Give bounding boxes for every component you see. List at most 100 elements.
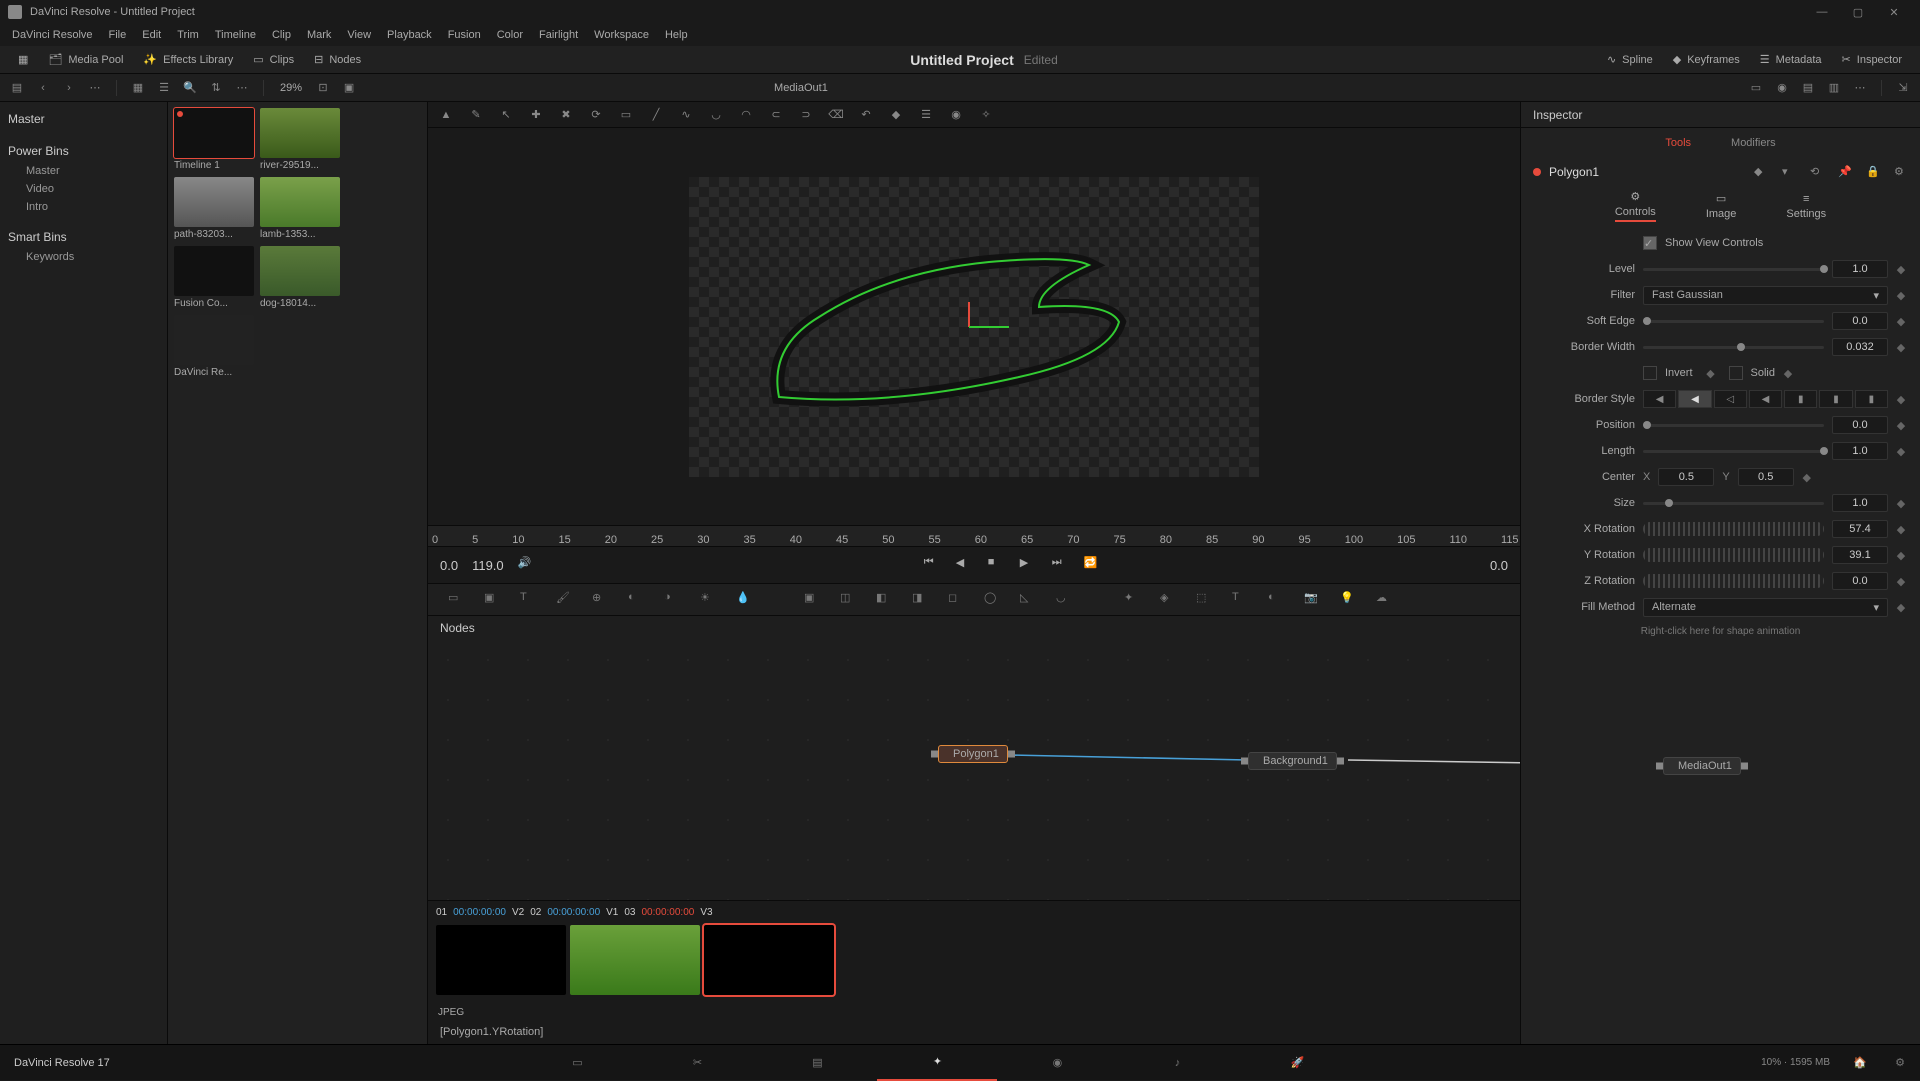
open-icon[interactable]: ⊂ [768,107,784,123]
subtab-image[interactable]: ▭Image [1706,192,1737,220]
menu-playback[interactable]: Playback [379,29,440,41]
effects-button[interactable]: ✨Effects Library [133,46,243,74]
matte-node-icon[interactable]: ◨ [912,591,930,609]
fit-icon[interactable]: ⊡ [314,79,332,97]
borderstyle-buttons[interactable]: ◀◀◁◀▮▮▮ [1643,390,1888,408]
tab-modifiers[interactable]: Modifiers [1731,137,1776,149]
undo-icon[interactable]: ↶ [858,107,874,123]
menu-davinci[interactable]: DaVinci Resolve [4,29,101,41]
page-edit[interactable]: ▤ [757,1045,877,1081]
camera-icon[interactable]: 📷 [1304,591,1322,609]
minimize-button[interactable]: — [1804,2,1840,22]
smart-bins-header[interactable]: Smart Bins [8,226,159,248]
bright-node-icon[interactable]: ☀ [700,591,718,609]
3d-node-icon[interactable]: ⬚ [1196,591,1214,609]
cloud-icon[interactable]: ☁ [1376,591,1394,609]
borderwidth-value[interactable]: 0.032 [1832,338,1888,356]
mask-shape[interactable] [689,177,1259,477]
ellipse-mask-icon[interactable]: ◯ [984,591,1002,609]
xrotation-wheel[interactable] [1643,522,1824,536]
remove-icon[interactable]: ✖ [558,107,574,123]
clip-lamb[interactable]: lamb-1353... [260,177,340,240]
page-fairlight[interactable]: ♪ [1117,1045,1237,1081]
forward-icon[interactable]: › [60,79,78,97]
softedge-slider[interactable] [1643,320,1824,323]
node-mediaout1[interactable]: MediaOut1 [1663,757,1741,775]
softedge-keyframe[interactable]: ◆ [1896,315,1906,328]
prev-frame-icon[interactable]: ◀ [956,556,974,574]
xform-node-icon[interactable]: ◫ [840,591,858,609]
level-slider[interactable] [1643,268,1824,271]
subtab-settings[interactable]: ≡Settings [1786,193,1826,220]
render-node-icon[interactable]: ◈ [1160,591,1178,609]
spline-button[interactable]: ∿Spline [1597,46,1663,74]
clip-dog[interactable]: dog-18014... [260,246,340,309]
fg-node-icon[interactable]: ▣ [484,591,502,609]
reset-icon[interactable]: ⟲ [1810,165,1824,179]
blur-node-icon[interactable]: ◐ [628,591,646,609]
curve-icon[interactable]: ∿ [678,107,694,123]
position-value[interactable]: 0.0 [1832,416,1888,434]
filter-dropdown[interactable]: Fast Gaussian▾ [1643,286,1888,305]
pin-icon[interactable]: 📌 [1838,165,1852,179]
inspector-button[interactable]: ✂Inspector [1832,46,1912,74]
last-frame-icon[interactable]: ⏭ [1052,556,1070,574]
rect-icon[interactable]: ▭ [618,107,634,123]
size-value[interactable]: 1.0 [1832,494,1888,512]
menu-fairlight[interactable]: Fairlight [531,29,586,41]
timeline-clip-1[interactable] [436,925,566,995]
menu-view[interactable]: View [339,29,379,41]
center-y-value[interactable]: 0.5 [1738,468,1794,486]
gear-icon[interactable]: ⚙ [1894,165,1908,179]
menu-help[interactable]: Help [657,29,696,41]
borderwidth-keyframe[interactable]: ◆ [1896,341,1906,354]
lock-icon[interactable]: 🔒 [1866,165,1880,179]
page-color[interactable]: ◉ [997,1045,1117,1081]
clip-audio[interactable]: DaVinci Re... [174,315,254,378]
menu-fusion[interactable]: Fusion [440,29,489,41]
close-button[interactable]: ✕ [1876,2,1912,22]
more-icon[interactable]: ⋯ [86,79,104,97]
fillmethod-dropdown[interactable]: Alternate▾ [1643,598,1888,617]
track-node-icon[interactable]: ⊕ [592,591,610,609]
mask-node-icon[interactable]: ◧ [876,591,894,609]
bg-node-icon[interactable]: ▭ [448,591,466,609]
keyframes-button[interactable]: ◆Keyframes [1663,46,1750,74]
dual-icon[interactable]: ▥ [1825,79,1843,97]
menu-color[interactable]: Color [489,29,531,41]
zoom-level[interactable]: 29% [276,82,306,94]
grid-view-icon[interactable]: ▦ [129,79,147,97]
poly-mask-icon[interactable]: ◺ [1020,591,1038,609]
nodes-button[interactable]: ⊟Nodes [304,46,371,74]
arrow-icon[interactable]: ↖ [498,107,514,123]
yrotation-value[interactable]: 39.1 [1832,546,1888,564]
zrotation-wheel[interactable] [1643,574,1824,588]
menu-timeline[interactable]: Timeline [207,29,264,41]
light-icon[interactable]: 💡 [1340,591,1358,609]
chevron-down-icon[interactable]: ▾ [1782,165,1796,179]
onion-icon[interactable]: ☰ [918,107,934,123]
menu-file[interactable]: File [101,29,135,41]
size-slider[interactable] [1643,502,1824,505]
menu-clip[interactable]: Clip [264,29,299,41]
bspline-mask-icon[interactable]: ◡ [1056,591,1074,609]
clips-button[interactable]: ▭Clips [243,46,304,74]
menu-workspace[interactable]: Workspace [586,29,657,41]
wand-icon[interactable]: ✧ [978,107,994,123]
right-time[interactable]: 0.0 [1490,558,1508,573]
clip-path[interactable]: path-83203... [174,177,254,240]
tab-tools[interactable]: Tools [1665,137,1691,149]
channel-icon[interactable]: ◉ [1773,79,1791,97]
menu-mark[interactable]: Mark [299,29,339,41]
guides-icon[interactable]: ▤ [1799,79,1817,97]
level-value[interactable]: 1.0 [1832,260,1888,278]
page-deliver[interactable]: 🚀 [1237,1045,1357,1081]
view-mode-icon[interactable]: ▭ [1747,79,1765,97]
yrotation-wheel[interactable] [1643,548,1824,562]
master-bin[interactable]: Master [8,108,159,130]
viewer-canvas[interactable] [428,128,1520,525]
search-icon[interactable]: 🔍 [181,79,199,97]
menu-edit[interactable]: Edit [134,29,169,41]
power-bin-master[interactable]: Master [8,162,159,180]
del-icon[interactable]: ⌫ [828,107,844,123]
